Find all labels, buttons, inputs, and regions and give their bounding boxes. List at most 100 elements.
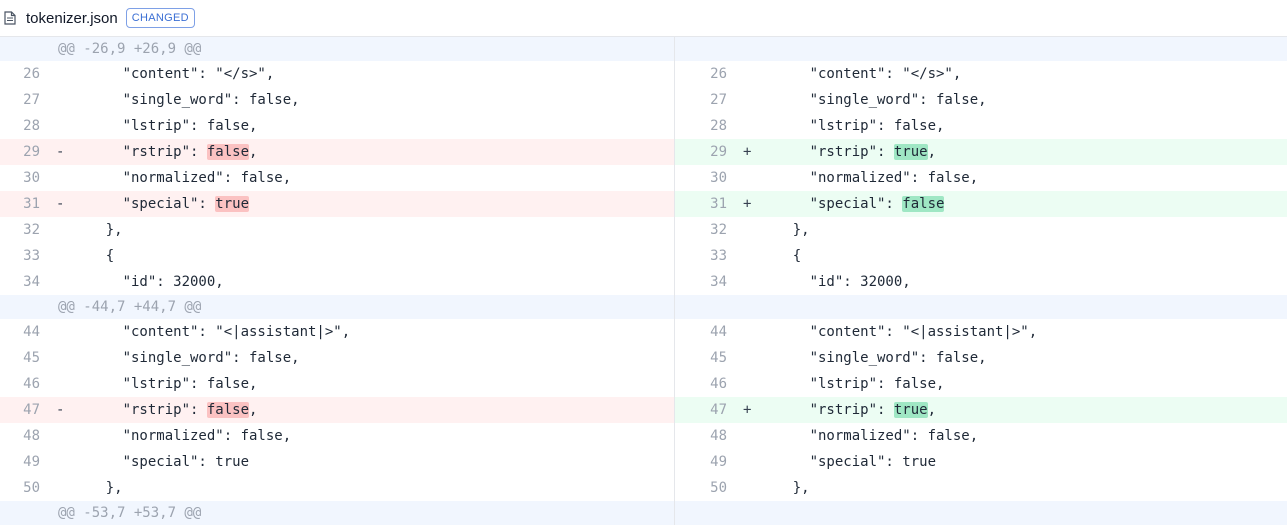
code-text: "normalized": false,: [72, 428, 292, 444]
changed-token: true: [215, 196, 250, 212]
context-line-row: 33 {: [675, 243, 1287, 269]
code-text: "special": true: [759, 454, 937, 470]
code-text: "rstrip":: [72, 144, 207, 160]
code-line: "lstrip": false,: [759, 376, 945, 392]
code-line: "rstrip": true,: [759, 144, 936, 160]
code-line: "normalized": false,: [72, 428, 292, 444]
changed-token: true: [893, 144, 928, 160]
code-text: "lstrip": false,: [759, 376, 945, 392]
line-number: 29: [710, 144, 727, 160]
code-text: "normalized": false,: [759, 170, 979, 186]
hunk-header-row: [675, 501, 1287, 525]
code-text: "content": "<|assistant|>",: [72, 324, 351, 340]
code-line: "special": true: [72, 196, 250, 212]
plus-marker: +: [743, 196, 752, 212]
context-line-row: 32 },: [675, 217, 1287, 243]
line-number: 49: [710, 454, 727, 470]
line-number: 45: [23, 350, 40, 366]
line-number: 47: [710, 402, 727, 418]
changed-badge: CHANGED: [125, 8, 195, 28]
line-number: 44: [23, 324, 40, 340]
context-line-row: 30 "normalized": false,: [675, 165, 1287, 191]
code-line: "content": "</s>",: [72, 66, 275, 82]
code-text: },: [759, 480, 810, 496]
line-number: 50: [23, 480, 40, 496]
code-text: "lstrip": false,: [72, 118, 258, 134]
code-text: "normalized": false,: [759, 428, 979, 444]
line-number: 33: [23, 248, 40, 264]
added-line-row: 31 + "special": false: [675, 191, 1287, 217]
line-number: 45: [710, 350, 727, 366]
code-text: ,: [249, 402, 258, 418]
line-number: 31: [23, 196, 40, 212]
hunk-header[interactable]: @@ -53,7 +53,7 @@: [48, 505, 201, 521]
deleted-line-row: 31- "special": true: [0, 191, 674, 217]
context-line-row: 30 "normalized": false,: [0, 165, 674, 191]
hunk-header-row: [675, 37, 1287, 61]
code-line: "single_word": false,: [759, 92, 987, 108]
code-line: {: [759, 248, 801, 264]
context-line-row: 49 "special": true: [675, 449, 1287, 475]
context-line-row: 32 },: [0, 217, 674, 243]
code-line: "single_word": false,: [759, 350, 987, 366]
context-line-row: 44 "content": "<|assistant|>",: [0, 319, 674, 345]
code-line: "normalized": false,: [759, 170, 979, 186]
context-line-row: 44 "content": "<|assistant|>",: [675, 319, 1287, 345]
hunk-header[interactable]: @@ -44,7 +44,7 @@: [48, 299, 201, 315]
code-line: "lstrip": false,: [72, 376, 258, 392]
file-name[interactable]: tokenizer.json: [26, 10, 118, 27]
hunk-header-row: @@ -53,7 +53,7 @@: [0, 501, 674, 525]
code-line: "rstrip": false,: [72, 144, 257, 160]
line-number: 48: [23, 428, 40, 444]
line-number: 32: [23, 222, 40, 238]
line-number: 27: [710, 92, 727, 108]
code-line: "content": "<|assistant|>",: [72, 324, 351, 340]
file-header: tokenizer.json CHANGED: [0, 0, 1287, 37]
line-number: 47: [23, 402, 40, 418]
code-text: {: [759, 248, 802, 264]
code-line: "lstrip": false,: [759, 118, 945, 134]
code-line: "special": true: [72, 454, 249, 470]
changed-token: false: [902, 196, 945, 212]
code-line: },: [759, 222, 810, 238]
context-line-row: 45 "single_word": false,: [0, 345, 674, 371]
context-line-row: 34 "id": 32000,: [0, 269, 674, 295]
context-line-row: 27 "single_word": false,: [675, 87, 1287, 113]
line-number: 27: [23, 92, 40, 108]
hunk-header-row: @@ -26,9 +26,9 @@: [0, 37, 674, 61]
code-text: "content": "</s>",: [759, 66, 962, 82]
code-text: "rstrip":: [759, 144, 894, 160]
code-text: ,: [249, 144, 258, 160]
hunk-header[interactable]: @@ -26,9 +26,9 @@: [48, 41, 201, 57]
code-line: },: [72, 480, 123, 496]
code-text: "rstrip":: [759, 402, 894, 418]
context-line-row: 49 "special": true: [0, 449, 674, 475]
code-text: {: [72, 248, 115, 264]
line-number: 46: [710, 376, 727, 392]
minus-marker: -: [56, 402, 65, 418]
code-text: "special":: [759, 196, 903, 212]
code-text: "lstrip": false,: [72, 376, 258, 392]
context-line-row: 34 "id": 32000,: [675, 269, 1287, 295]
code-line: {: [72, 248, 114, 264]
line-number: 34: [710, 274, 727, 290]
changed-token: true: [893, 402, 928, 418]
diff-right-pane: 26 "content": "</s>", 27 "single_word": f…: [674, 37, 1287, 525]
code-text: },: [72, 222, 123, 238]
minus-marker: -: [56, 196, 65, 212]
file-icon: [4, 11, 16, 25]
code-line: "content": "</s>",: [759, 66, 962, 82]
line-number: 28: [710, 118, 727, 134]
code-line: "id": 32000,: [759, 274, 911, 290]
context-line-row: 33 {: [0, 243, 674, 269]
context-line-row: 50 },: [675, 475, 1287, 501]
code-line: },: [72, 222, 123, 238]
code-line: "normalized": false,: [759, 428, 979, 444]
code-line: "id": 32000,: [72, 274, 224, 290]
context-line-row: 48 "normalized": false,: [0, 423, 674, 449]
line-number: 31: [710, 196, 727, 212]
code-text: },: [72, 480, 123, 496]
line-number: 30: [23, 170, 40, 186]
hunk-header-row: @@ -44,7 +44,7 @@: [0, 295, 674, 319]
code-text: ,: [927, 402, 937, 418]
